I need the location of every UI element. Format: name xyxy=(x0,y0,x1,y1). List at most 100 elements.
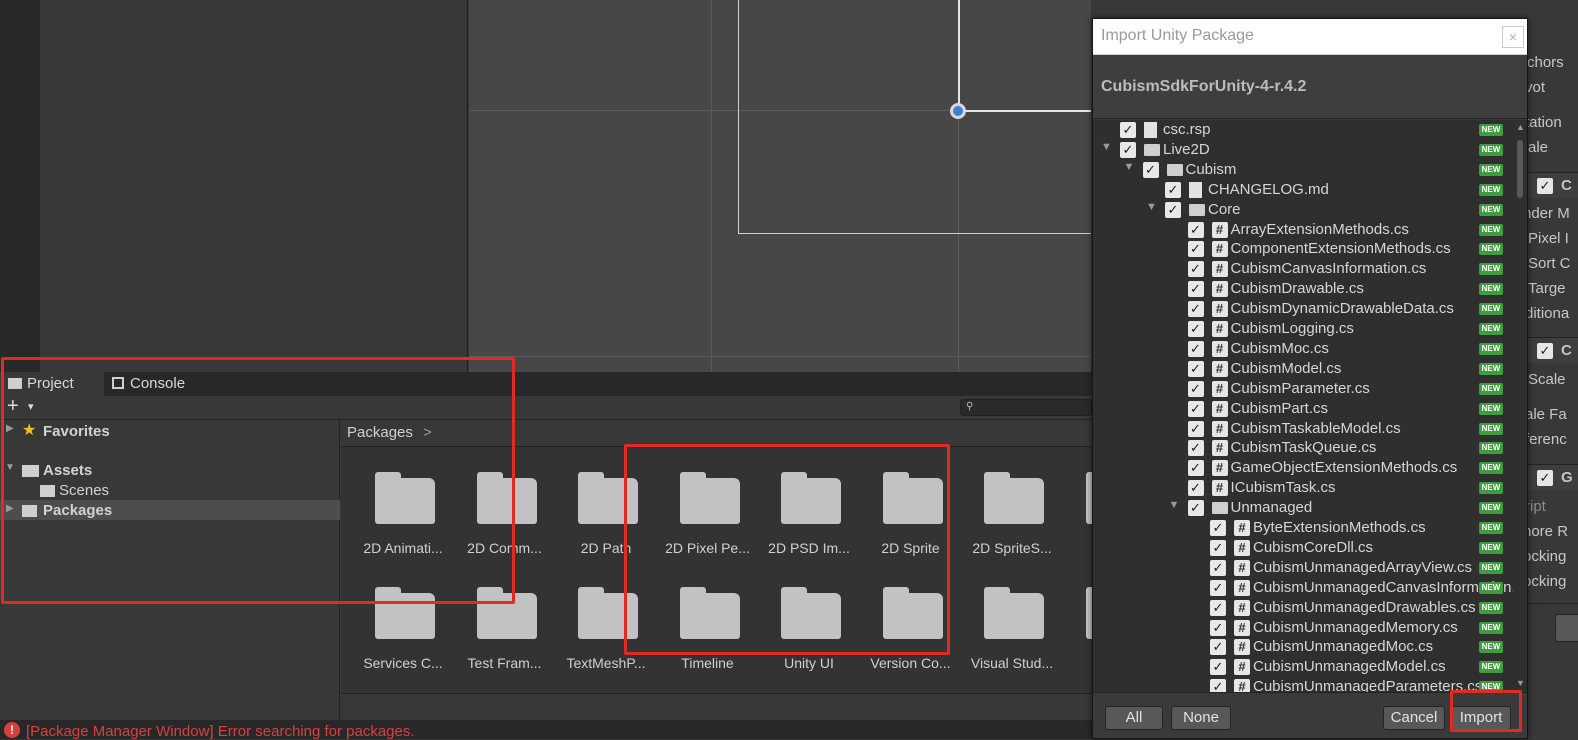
include-checkbox[interactable]: ✓ xyxy=(1187,221,1204,238)
include-checkbox[interactable]: ✓ xyxy=(1142,161,1159,178)
pivot-handle[interactable] xyxy=(950,103,966,119)
file-name: CubismCanvasInformation.cs xyxy=(1230,260,1427,278)
new-badge: NEW xyxy=(1479,541,1503,554)
file-name: ArrayExtensionMethods.cs xyxy=(1230,220,1409,238)
include-checkbox[interactable]: ✓ xyxy=(1210,520,1226,536)
include-checkbox[interactable]: ✓ xyxy=(1187,480,1204,497)
include-checkbox[interactable]: ✓ xyxy=(1210,619,1226,636)
import-file-row[interactable]: ✓ # CubismCoreDll.cs NEW xyxy=(1093,538,1513,558)
component-enabled-checkbox[interactable]: ✓ xyxy=(1537,343,1553,359)
include-checkbox[interactable]: ✓ xyxy=(1210,639,1226,656)
collapse-arrow-icon[interactable]: ▼ xyxy=(1124,161,1135,173)
scrollbar-thumb[interactable] xyxy=(1517,140,1523,198)
include-checkbox[interactable]: ✓ xyxy=(1165,201,1181,218)
package-folder-label: Visual Stud... xyxy=(970,655,1054,671)
include-checkbox[interactable]: ✓ xyxy=(1120,141,1136,158)
include-checkbox[interactable]: ✓ xyxy=(1187,281,1204,298)
import-file-row[interactable]: ✓ CHANGELOG.md NEW xyxy=(1093,180,1513,200)
import-file-row[interactable]: ✓ # CubismMoc.cs NEW xyxy=(1093,339,1513,359)
y-axis-line xyxy=(958,0,960,112)
new-badge: NEW xyxy=(1479,382,1503,395)
close-button[interactable]: × xyxy=(1502,26,1524,48)
component-enabled-checkbox[interactable]: ✓ xyxy=(1537,178,1553,194)
import-file-row[interactable]: ✓ # CubismUnmanagedMoc.cs NEW xyxy=(1093,637,1513,657)
include-checkbox[interactable]: ✓ xyxy=(1210,679,1226,692)
import-file-row[interactable]: ✓ # GameObjectExtensionMethods.cs NEW xyxy=(1093,458,1513,478)
import-file-row[interactable]: ✓ # CubismCanvasInformation.cs NEW xyxy=(1093,259,1513,279)
inspector-label-scale-mode: Scale xyxy=(1528,371,1566,388)
import-file-row[interactable]: ✓ # CubismModel.cs NEW xyxy=(1093,359,1513,379)
import-file-row[interactable]: ✓ # ArrayExtensionMethods.cs NEW xyxy=(1093,220,1513,240)
import-file-row[interactable]: ✓ # CubismDrawable.cs NEW xyxy=(1093,279,1513,299)
collapse-arrow-icon[interactable]: ▼ xyxy=(1169,499,1180,511)
new-badge: NEW xyxy=(1479,183,1503,196)
import-file-row[interactable]: ▼ ✓ Unmanaged NEW xyxy=(1093,498,1513,518)
new-badge: NEW xyxy=(1479,203,1503,216)
new-badge: NEW xyxy=(1479,462,1503,475)
include-checkbox[interactable]: ✓ xyxy=(1165,181,1181,198)
cs-script-icon: # xyxy=(1234,559,1250,576)
include-checkbox[interactable]: ✓ xyxy=(1187,380,1204,397)
import-file-row[interactable]: ▼ ✓ Cubism NEW xyxy=(1093,160,1513,180)
collapse-arrow-icon[interactable]: ▼ xyxy=(1146,201,1157,213)
all-button[interactable]: All xyxy=(1105,706,1163,730)
new-badge: NEW xyxy=(1479,581,1503,594)
include-checkbox[interactable]: ✓ xyxy=(1187,420,1204,437)
import-file-row[interactable]: ✓ csc.rsp NEW xyxy=(1093,120,1513,140)
import-file-row[interactable]: ✓ # CubismLogging.cs NEW xyxy=(1093,319,1513,339)
collapse-arrow-icon[interactable]: ▼ xyxy=(1101,141,1112,153)
include-checkbox[interactable]: ✓ xyxy=(1187,440,1204,457)
folder-icon xyxy=(1144,143,1160,156)
grid-footer xyxy=(341,693,1092,720)
import-file-row[interactable]: ✓ # ByteExtensionMethods.cs NEW xyxy=(1093,518,1513,538)
import-file-row[interactable]: ✓ # ICubismTask.cs NEW xyxy=(1093,478,1513,498)
inspector-label-pivot: vot xyxy=(1525,79,1546,96)
scrollbar[interactable]: ▲ ▼ xyxy=(1513,120,1527,692)
import-file-row[interactable]: ✓ # CubismUnmanagedDrawables.cs NEW xyxy=(1093,598,1513,618)
new-badge: NEW xyxy=(1479,561,1503,574)
include-checkbox[interactable]: ✓ xyxy=(1210,539,1226,556)
include-checkbox[interactable]: ✓ xyxy=(1187,321,1204,337)
include-checkbox[interactable]: ✓ xyxy=(1187,241,1204,258)
import-file-row[interactable]: ✓ # CubismParameter.cs NEW xyxy=(1093,379,1513,399)
include-checkbox[interactable]: ✓ xyxy=(1210,579,1226,596)
package-folder-tile[interactable]: Visual Stud... xyxy=(962,587,1062,697)
import-file-row[interactable]: ▼ ✓ Core NEW xyxy=(1093,200,1513,220)
inspector-label-target: Targe xyxy=(1528,280,1566,297)
import-file-row[interactable]: ✓ # CubismTaskableModel.cs NEW xyxy=(1093,419,1513,439)
include-checkbox[interactable]: ✓ xyxy=(1187,340,1204,357)
include-checkbox[interactable]: ✓ xyxy=(1120,122,1136,138)
include-checkbox[interactable]: ✓ xyxy=(1210,659,1226,676)
import-file-row[interactable]: ✓ # CubismUnmanagedModel.cs NEW xyxy=(1093,657,1513,677)
include-checkbox[interactable]: ✓ xyxy=(1187,360,1204,377)
import-file-row[interactable]: ✓ # CubismUnmanagedCanvasInformation.cs NEW xyxy=(1093,578,1527,598)
import-file-row[interactable]: ✓ # CubismPart.cs NEW xyxy=(1093,399,1513,419)
import-file-row[interactable]: ✓ # ComponentExtensionMethods.cs NEW xyxy=(1093,239,1513,259)
package-folder-label: Services C... xyxy=(363,655,443,671)
none-button[interactable]: None xyxy=(1171,706,1231,730)
import-file-row[interactable]: ✓ # CubismUnmanagedMemory.cs NEW xyxy=(1093,618,1513,638)
include-checkbox[interactable]: ✓ xyxy=(1187,301,1204,318)
component-enabled-checkbox[interactable]: ✓ xyxy=(1537,470,1553,486)
cs-script-icon: # xyxy=(1211,241,1228,258)
include-checkbox[interactable]: ✓ xyxy=(1187,400,1204,417)
cancel-button[interactable]: Cancel xyxy=(1383,706,1445,730)
import-file-row[interactable]: ✓ # CubismTaskQueue.cs NEW xyxy=(1093,438,1513,458)
include-checkbox[interactable]: ✓ xyxy=(1187,460,1204,477)
status-message[interactable]: [Package Manager Window] Error searching… xyxy=(26,723,415,740)
scroll-up-icon[interactable]: ▲ xyxy=(1516,122,1525,132)
import-file-row[interactable]: ✓ # CubismUnmanagedArrayView.cs NEW xyxy=(1093,558,1513,578)
add-component-button[interactable] xyxy=(1555,614,1578,642)
file-name: CubismUnmanagedArrayView.cs xyxy=(1253,558,1472,576)
import-file-row[interactable]: ▼ ✓ Live2D NEW xyxy=(1093,140,1513,160)
include-checkbox[interactable]: ✓ xyxy=(1187,500,1204,517)
import-file-row[interactable]: ✓ # CubismDynamicDrawableData.cs NEW xyxy=(1093,299,1513,319)
include-checkbox[interactable]: ✓ xyxy=(1210,599,1226,616)
package-folder-tile[interactable]: 2D SpriteS... xyxy=(962,472,1062,582)
highlight-box-2d-packages xyxy=(624,444,950,655)
include-checkbox[interactable]: ✓ xyxy=(1210,559,1226,576)
scene-view[interactable] xyxy=(469,0,1091,372)
project-search-input[interactable]: ⚲ xyxy=(960,399,1092,416)
include-checkbox[interactable]: ✓ xyxy=(1187,261,1204,278)
scroll-down-icon[interactable]: ▼ xyxy=(1516,678,1525,688)
